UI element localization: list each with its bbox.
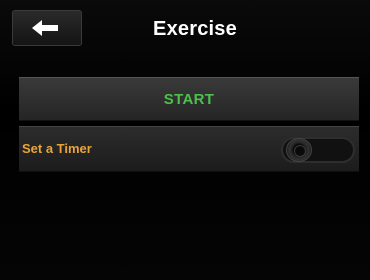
toggle-knob-ring [294,145,306,157]
header-bar: Exercise [0,0,370,56]
set-timer-label: Set a Timer [22,141,92,156]
start-button[interactable]: START [19,77,359,121]
set-timer-row: Set a Timer [19,126,359,172]
back-button[interactable] [12,10,82,46]
back-arrow-icon [32,20,58,36]
toggle-knob [286,138,312,162]
timer-toggle[interactable] [281,137,355,163]
exercise-screen: Exercise START Set a Timer [0,0,370,280]
start-button-label: START [163,90,215,108]
page-title: Exercise [153,18,237,40]
